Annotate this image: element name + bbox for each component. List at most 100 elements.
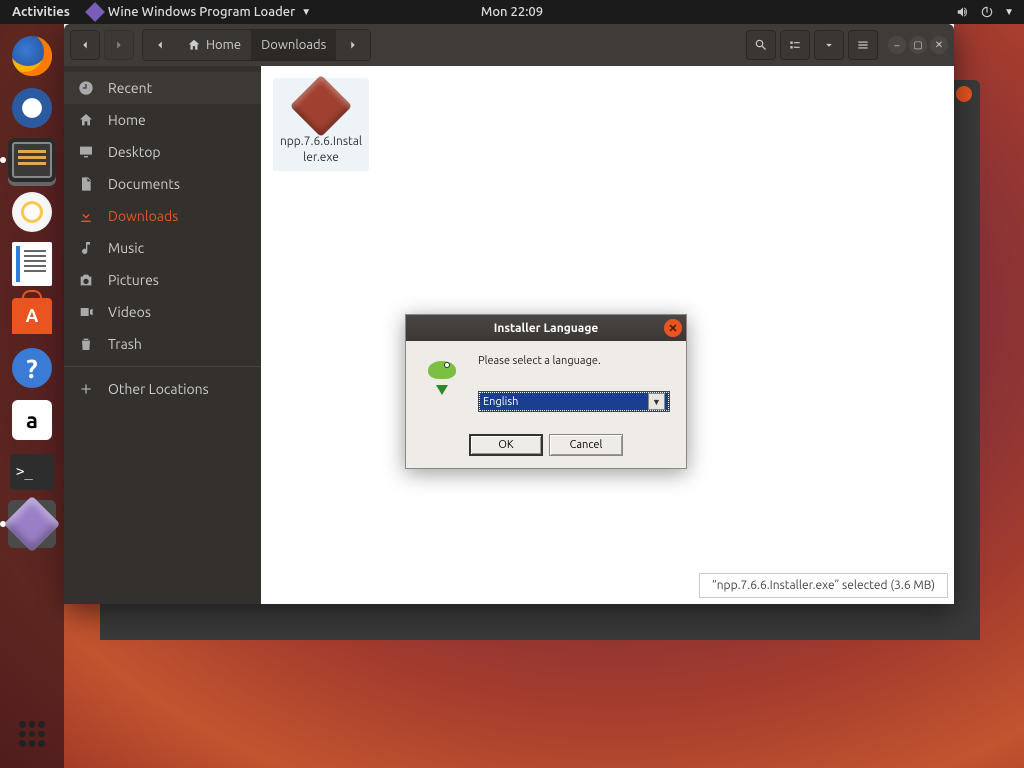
plus-icon [78,381,94,397]
statusbar: “npp.7.6.6.Installer.exe” selected (3.6 … [699,573,948,598]
launcher-firefox[interactable] [8,32,56,80]
sidebar-home[interactable]: Home [64,104,261,136]
path-bar: Home Downloads [142,29,371,61]
path-downloads-label: Downloads [261,38,326,52]
launcher-help[interactable]: ? [8,344,56,392]
sidebar-videos[interactable]: Videos [64,296,261,328]
download-icon [78,208,94,224]
launcher-rhythmbox[interactable] [8,188,56,236]
minimize-button[interactable]: – [888,36,906,54]
dialog-title: Installer Language [494,322,599,335]
path-up-button[interactable] [143,30,177,60]
chevron-down-icon: ▼ [301,6,311,18]
amazon-icon: a [12,400,52,440]
ubuntu-software-icon [12,298,52,334]
power-icon [980,5,994,19]
launcher-amazon[interactable]: a [8,396,56,444]
sidebar-music[interactable]: Music [64,232,261,264]
launcher-thunderbird[interactable] [8,84,56,132]
hamburger-menu-button[interactable] [848,30,878,60]
view-list-button[interactable] [780,30,810,60]
firefox-icon [12,36,52,76]
maximize-button[interactable]: ▢ [909,36,927,54]
chevron-down-icon: ▼ [648,393,665,410]
language-select[interactable]: English ▼ [478,391,670,412]
document-icon [78,176,94,192]
sidebar-pictures[interactable]: Pictures [64,264,261,296]
sidebar-item-label: Downloads [108,208,178,224]
window-controls: – ▢ ✕ [888,36,948,54]
language-selected: English [483,396,518,408]
libreoffice-writer-icon [12,242,52,286]
activities-button[interactable]: Activities [0,5,82,19]
sidebar-item-label: Pictures [108,272,159,288]
path-home[interactable]: Home [177,30,251,60]
list-icon [788,38,802,52]
ok-button[interactable]: OK [469,434,543,456]
nav-forward-button[interactable] [104,30,134,60]
sidebar-item-label: Other Locations [108,381,209,397]
sidebar-item-label: Music [108,240,144,256]
rhythmbox-icon [12,192,52,232]
launcher-terminal[interactable]: >_ [8,448,56,496]
sidebar-desktop[interactable]: Desktop [64,136,261,168]
path-home-label: Home [206,38,241,52]
dialog-message: Please select a language. [478,355,670,367]
close-button[interactable] [956,86,972,102]
trash-icon [78,336,94,352]
app-menu-label: Wine Windows Program Loader [108,5,295,19]
sidebar-item-label: Desktop [108,144,161,160]
thunderbird-icon [12,88,52,128]
files-sidebar: Recent Home Desktop Documents Downloads … [64,66,261,604]
music-icon [78,240,94,256]
home-icon [78,112,94,128]
desktop-icon [78,144,94,160]
sidebar-recent[interactable]: Recent [64,72,261,104]
files-icon [12,142,52,178]
status-area[interactable]: ▼ [956,5,1024,19]
wine-icon [85,2,105,22]
topbar: Activities Wine Windows Program Loader ▼… [0,0,1024,24]
file-name: npp.7.6.6.Installer.exe [279,134,363,165]
home-icon [187,38,201,52]
search-button[interactable] [746,30,776,60]
sidebar-item-label: Recent [108,80,152,96]
launcher-files[interactable] [8,136,56,184]
sidebar-other-locations[interactable]: Other Locations [64,366,261,404]
search-icon [754,38,768,52]
sidebar-downloads[interactable]: Downloads [64,200,261,232]
close-button[interactable]: ✕ [664,319,682,337]
sidebar-item-label: Documents [108,176,180,192]
close-button[interactable]: ✕ [930,36,948,54]
app-menu[interactable]: Wine Windows Program Loader ▼ [82,5,317,19]
show-applications[interactable] [8,710,56,758]
sidebar-documents[interactable]: Documents [64,168,261,200]
launcher-writer[interactable] [8,240,56,288]
dialog-titlebar[interactable]: Installer Language ✕ [406,315,686,341]
sidebar-trash[interactable]: Trash [64,328,261,360]
terminal-icon: >_ [10,454,54,490]
apps-grid-icon [19,721,45,747]
launcher-software[interactable] [8,292,56,340]
view-menu-button[interactable] [814,30,844,60]
sidebar-item-label: Trash [108,336,142,352]
sidebar-item-label: Home [108,112,146,128]
clock[interactable]: Mon 22:09 [481,5,543,19]
camera-icon [78,272,94,288]
nav-back-button[interactable] [70,30,100,60]
chevron-down-icon [822,38,836,52]
path-downloads[interactable]: Downloads [251,30,336,60]
volume-icon [956,5,970,19]
exe-icon [290,75,352,137]
path-expand-button[interactable] [336,30,370,60]
cancel-button[interactable]: Cancel [549,434,623,456]
launcher-dock: ? a >_ [0,24,64,768]
sidebar-item-label: Videos [108,304,151,320]
wine-icon [4,496,61,553]
chevron-down-icon: ▼ [1004,6,1014,18]
installer-language-dialog: Installer Language ✕ Please select a lan… [405,314,687,469]
file-item[interactable]: npp.7.6.6.Installer.exe [273,78,369,171]
help-icon: ? [12,348,52,388]
launcher-wine[interactable] [8,500,56,548]
installer-icon [422,355,462,395]
